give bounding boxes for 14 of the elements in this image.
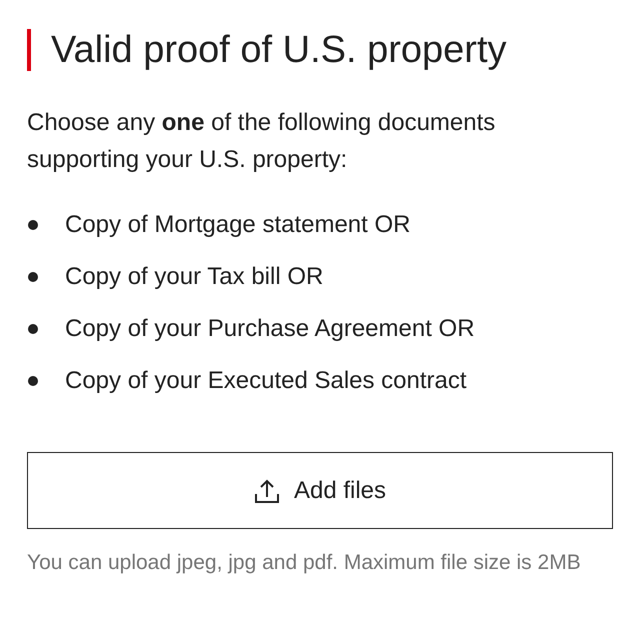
section-title: Valid proof of U.S. property	[51, 28, 507, 73]
document-item: Copy of your Executed Sales contract	[65, 367, 467, 395]
upload-icon	[254, 478, 280, 504]
document-item: Copy of Mortgage statement OR	[65, 211, 410, 239]
bullet-dot	[28, 220, 38, 230]
document-item: Copy of your Tax bill OR	[65, 263, 324, 291]
document-item: Copy of your Purchase Agreement OR	[65, 315, 475, 343]
bullet-dot	[28, 376, 38, 386]
bullet-dot	[28, 272, 38, 282]
accent-bar	[27, 29, 31, 71]
intro-text: Choose any one of the following documents supporting your U.S. property:	[27, 108, 496, 175]
upload-hint: You can upload jpeg, jpg and pdf. Maximum file size is 2MB	[27, 550, 582, 576]
bullet-dot	[28, 324, 38, 334]
add-files-button[interactable]: Add files	[27, 452, 613, 529]
